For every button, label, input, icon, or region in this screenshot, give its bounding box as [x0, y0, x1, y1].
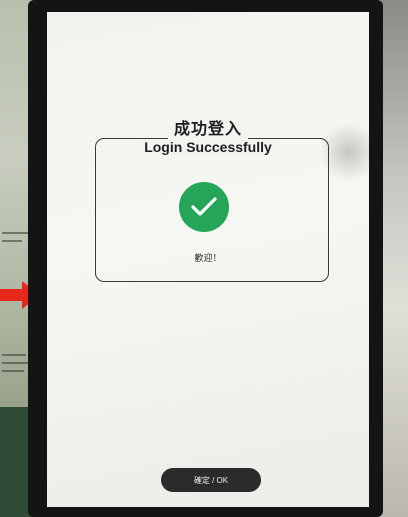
check-icon [191, 197, 217, 216]
dialog-title-english: Login Successfully [138, 139, 278, 155]
welcome-text: 歡迎！ [194, 253, 222, 263]
poster-text-line [2, 362, 30, 364]
poster-text-line [2, 240, 22, 242]
dialog-title-chinese: 成功登入 [167, 115, 248, 139]
kiosk-screen: 成功登入 Login Successfully 歡迎！ 確定 / OK [47, 12, 369, 507]
success-check-icon [179, 182, 229, 232]
poster-text-line [2, 232, 28, 234]
poster-text-line [2, 354, 26, 356]
kiosk-photo: 成功登入 Login Successfully 歡迎！ 確定 / OK [0, 0, 408, 517]
ok-button[interactable]: 確定 / OK [161, 468, 261, 492]
poster-text-line [2, 370, 24, 372]
